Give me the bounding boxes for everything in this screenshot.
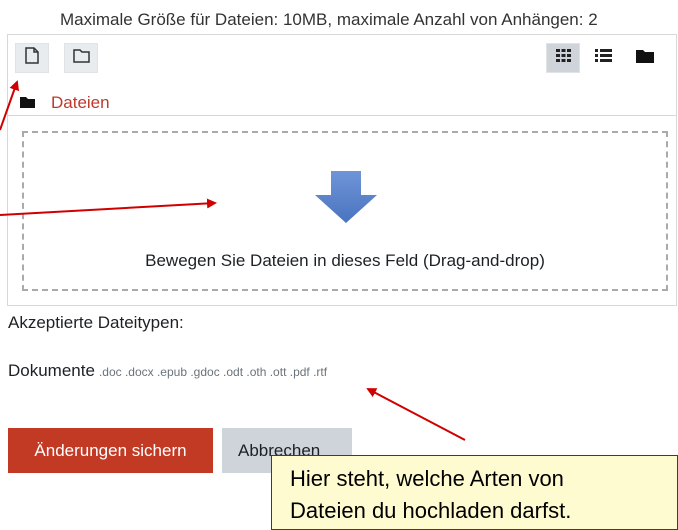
- upload-limits-text: Maximale Größe für Dateien: 10MB, maxima…: [60, 10, 598, 29]
- add-file-button[interactable]: [15, 43, 49, 73]
- divider: [8, 115, 676, 116]
- annotation-callout: Hier steht, welche Arten von Dateien du …: [271, 455, 678, 530]
- file-manager-toolbar: [8, 35, 676, 81]
- accepted-types-list: Dokumente .doc .docx .epub .gdoc .odt .ot…: [8, 361, 327, 381]
- view-list-button[interactable]: [586, 43, 620, 73]
- file-manager: Dateien Bewegen Sie Dateien in dieses Fe…: [7, 34, 677, 306]
- drop-zone[interactable]: Bewegen Sie Dateien in dieses Feld (Drag…: [22, 131, 668, 291]
- doc-extensions: .doc .docx .epub .gdoc .odt .oth .ott .p…: [98, 365, 328, 379]
- folder-outline-icon: [72, 48, 90, 68]
- arrow-down-icon: [315, 171, 377, 228]
- accepted-types-label: Akzeptierte Dateitypen:: [8, 313, 184, 332]
- view-tree-button[interactable]: [628, 43, 662, 73]
- drop-zone-instructions: Bewegen Sie Dateien in dieses Feld (Drag…: [145, 251, 545, 270]
- grid-icon: [555, 49, 571, 67]
- folder-solid-icon: [636, 49, 654, 68]
- folder-solid-icon: [20, 93, 35, 113]
- arrow-to-filetypes: [366, 388, 466, 441]
- path-label-dateien[interactable]: Dateien: [51, 93, 110, 113]
- view-icons-button[interactable]: [546, 43, 580, 73]
- list-icon: [594, 49, 612, 67]
- create-folder-button[interactable]: [64, 43, 98, 73]
- doc-group-label: Dokumente: [8, 361, 95, 380]
- annotation-line-2: Dateien du hochladen darfst.: [290, 498, 572, 523]
- breadcrumb: Dateien: [20, 93, 110, 113]
- annotation-line-1: Hier steht, welche Arten von: [290, 466, 564, 491]
- save-button[interactable]: Änderungen sichern: [8, 428, 213, 473]
- file-icon: [25, 47, 39, 69]
